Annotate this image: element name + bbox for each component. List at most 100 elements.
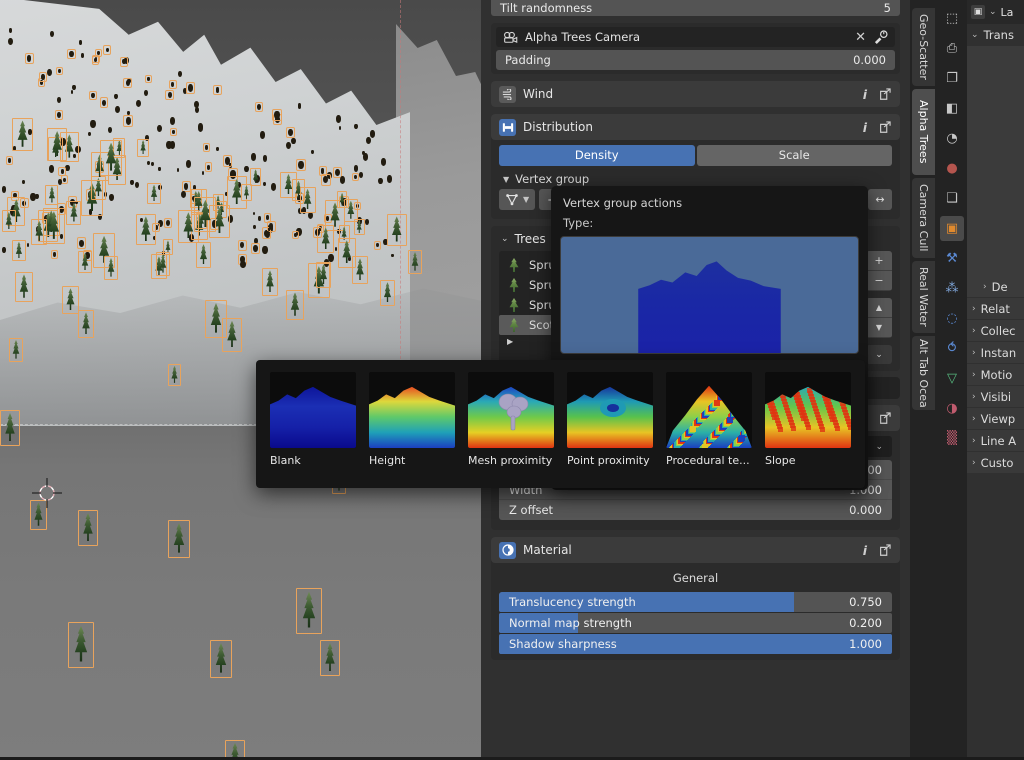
- popout-icon[interactable]: [878, 543, 892, 557]
- popout-icon[interactable]: [878, 87, 892, 101]
- object-data-icon[interactable]: ▣: [971, 5, 985, 19]
- close-icon[interactable]: ✕: [855, 30, 866, 45]
- material-icon[interactable]: [499, 541, 516, 559]
- gallery-item[interactable]: Slope: [765, 372, 851, 467]
- tilt-randomness-row[interactable]: Tilt randomness 5: [491, 0, 900, 16]
- tree-property-row[interactable]: Z offset 0.000: [499, 500, 892, 520]
- world-icon[interactable]: ●: [940, 156, 964, 181]
- add-tree-button[interactable]: +: [866, 251, 892, 270]
- tree-instance: [296, 588, 322, 634]
- scatter-point-outline: [250, 242, 260, 254]
- tab-scale[interactable]: Scale: [696, 145, 892, 166]
- material-slider[interactable]: Shadow sharpness 1.000: [499, 634, 892, 654]
- scatter-point: [49, 30, 55, 37]
- property-section-header[interactable]: › Instan: [967, 342, 1024, 363]
- gallery-item[interactable]: Procedural te...: [666, 372, 752, 467]
- sidebar-tab-alt-tab-ocea[interactable]: Alt Tab Ocea: [912, 336, 935, 410]
- info-icon[interactable]: i: [859, 120, 871, 135]
- info-icon[interactable]: i: [859, 543, 871, 558]
- distribution-header[interactable]: Distribution i: [491, 114, 900, 140]
- object-icon[interactable]: ▣: [940, 216, 964, 241]
- texture-icon[interactable]: ▒: [940, 426, 964, 451]
- vertex-group-selector[interactable]: ▼: [499, 189, 536, 210]
- collection-icon[interactable]: ❑: [940, 186, 964, 211]
- vertex-group-type-gallery[interactable]: Blank Height Mesh proximity Point proxim…: [256, 360, 865, 488]
- scatter-point-outline: [67, 48, 76, 60]
- tree-instance: [194, 196, 217, 233]
- wind-icon[interactable]: [499, 85, 516, 103]
- property-section-header[interactable]: › Visibi: [967, 386, 1024, 407]
- properties-breadcrumb: ▣ ⌄ La: [967, 0, 1024, 24]
- sidebar-tab-real-water[interactable]: Real Water: [912, 261, 935, 333]
- chevron-down-icon: ⌄: [501, 234, 509, 244]
- scatter-point: [1, 247, 6, 253]
- property-section-header[interactable]: › Line A: [967, 430, 1024, 451]
- modifier-icon[interactable]: ⚒: [940, 246, 964, 271]
- section-label: Relat: [980, 301, 1010, 316]
- tool-icon[interactable]: ⬚: [940, 6, 964, 31]
- scatter-point: [143, 89, 148, 96]
- gallery-thumbnail[interactable]: [666, 372, 752, 448]
- sidebar-tab-alpha-trees[interactable]: Alpha Trees: [912, 89, 935, 175]
- material-header[interactable]: Material i: [491, 537, 900, 563]
- terrain-preview[interactable]: [560, 236, 859, 354]
- gallery-thumbnail[interactable]: [567, 372, 653, 448]
- scatter-point-outline: [373, 241, 381, 250]
- gallery-thumbnail[interactable]: [369, 372, 455, 448]
- data-icon[interactable]: ▽: [940, 366, 964, 391]
- gallery-item[interactable]: Blank: [270, 372, 356, 467]
- popout-icon[interactable]: [878, 411, 892, 425]
- wind-header[interactable]: Wind i: [491, 81, 900, 107]
- list-menu-button[interactable]: ⌄: [866, 345, 892, 364]
- camera-field[interactable]: Alpha Trees Camera ✕: [496, 27, 895, 47]
- property-section-header[interactable]: › De: [967, 276, 1024, 297]
- property-section-header[interactable]: › Collec: [967, 320, 1024, 341]
- property-section-header[interactable]: › Motio: [967, 364, 1024, 385]
- gallery-item[interactable]: Point proximity: [567, 372, 653, 467]
- popout-icon[interactable]: [878, 120, 892, 134]
- material-icon[interactable]: ◑: [940, 396, 964, 421]
- particles-icon[interactable]: ⁂: [940, 276, 964, 301]
- camera-icon: [504, 31, 518, 43]
- material-slider[interactable]: Normal map strength 0.200: [499, 613, 892, 633]
- move-down-button[interactable]: ▼: [866, 318, 892, 337]
- gallery-thumbnail[interactable]: [270, 372, 356, 448]
- property-section-header[interactable]: › Viewp: [967, 408, 1024, 429]
- chevron-down-icon[interactable]: ⌄: [989, 7, 997, 17]
- scatter-point-outline: [263, 213, 272, 223]
- material-slider[interactable]: Translucency strength 0.750: [499, 592, 892, 612]
- gallery-thumbnail[interactable]: [765, 372, 851, 448]
- info-icon[interactable]: i: [859, 87, 871, 102]
- view-layer-icon[interactable]: ◧: [940, 96, 964, 121]
- transform-section-header[interactable]: ⌄ Trans: [967, 24, 1024, 46]
- remove-tree-button[interactable]: −: [866, 271, 892, 290]
- output-icon[interactable]: ❐: [940, 66, 964, 91]
- sidebar-tab-geo-scatter[interactable]: Geo-Scatter: [912, 8, 935, 86]
- render-icon[interactable]: ⎙: [940, 36, 964, 61]
- scene-icon[interactable]: ◔: [940, 126, 964, 151]
- property-section-header[interactable]: › Relat: [967, 298, 1024, 319]
- tree-instance: [66, 200, 82, 225]
- vertex-group-label: Vertex group: [515, 172, 590, 186]
- chevron-right-icon: ›: [972, 369, 976, 380]
- tab-label: Camera Cull: [917, 184, 930, 252]
- tree-instance: [352, 256, 368, 284]
- material-section-label: General: [672, 571, 719, 585]
- resize-handle[interactable]: ↔: [868, 189, 892, 210]
- tab-density[interactable]: Density: [499, 145, 695, 166]
- gallery-item[interactable]: Mesh proximity: [468, 372, 554, 467]
- material-block: Material i General Translucency strength…: [491, 537, 900, 660]
- gallery-item[interactable]: Height: [369, 372, 455, 467]
- sidebar-tab-camera-cull[interactable]: Camera Cull: [912, 178, 935, 258]
- tree-instance: [343, 198, 359, 222]
- property-section-header[interactable]: › Custo: [967, 452, 1024, 473]
- eyedropper-icon[interactable]: [873, 30, 888, 44]
- section-label: Motio: [980, 367, 1013, 382]
- gallery-thumbnail[interactable]: [468, 372, 554, 448]
- padding-row[interactable]: Padding 0.000: [496, 50, 895, 70]
- constraints-icon[interactable]: ⥀: [940, 336, 964, 361]
- move-up-button[interactable]: ▲: [866, 298, 892, 317]
- distribution-icon[interactable]: [499, 118, 516, 136]
- physics-icon[interactable]: ◌: [940, 306, 964, 331]
- slider-value: 0.200: [849, 616, 882, 630]
